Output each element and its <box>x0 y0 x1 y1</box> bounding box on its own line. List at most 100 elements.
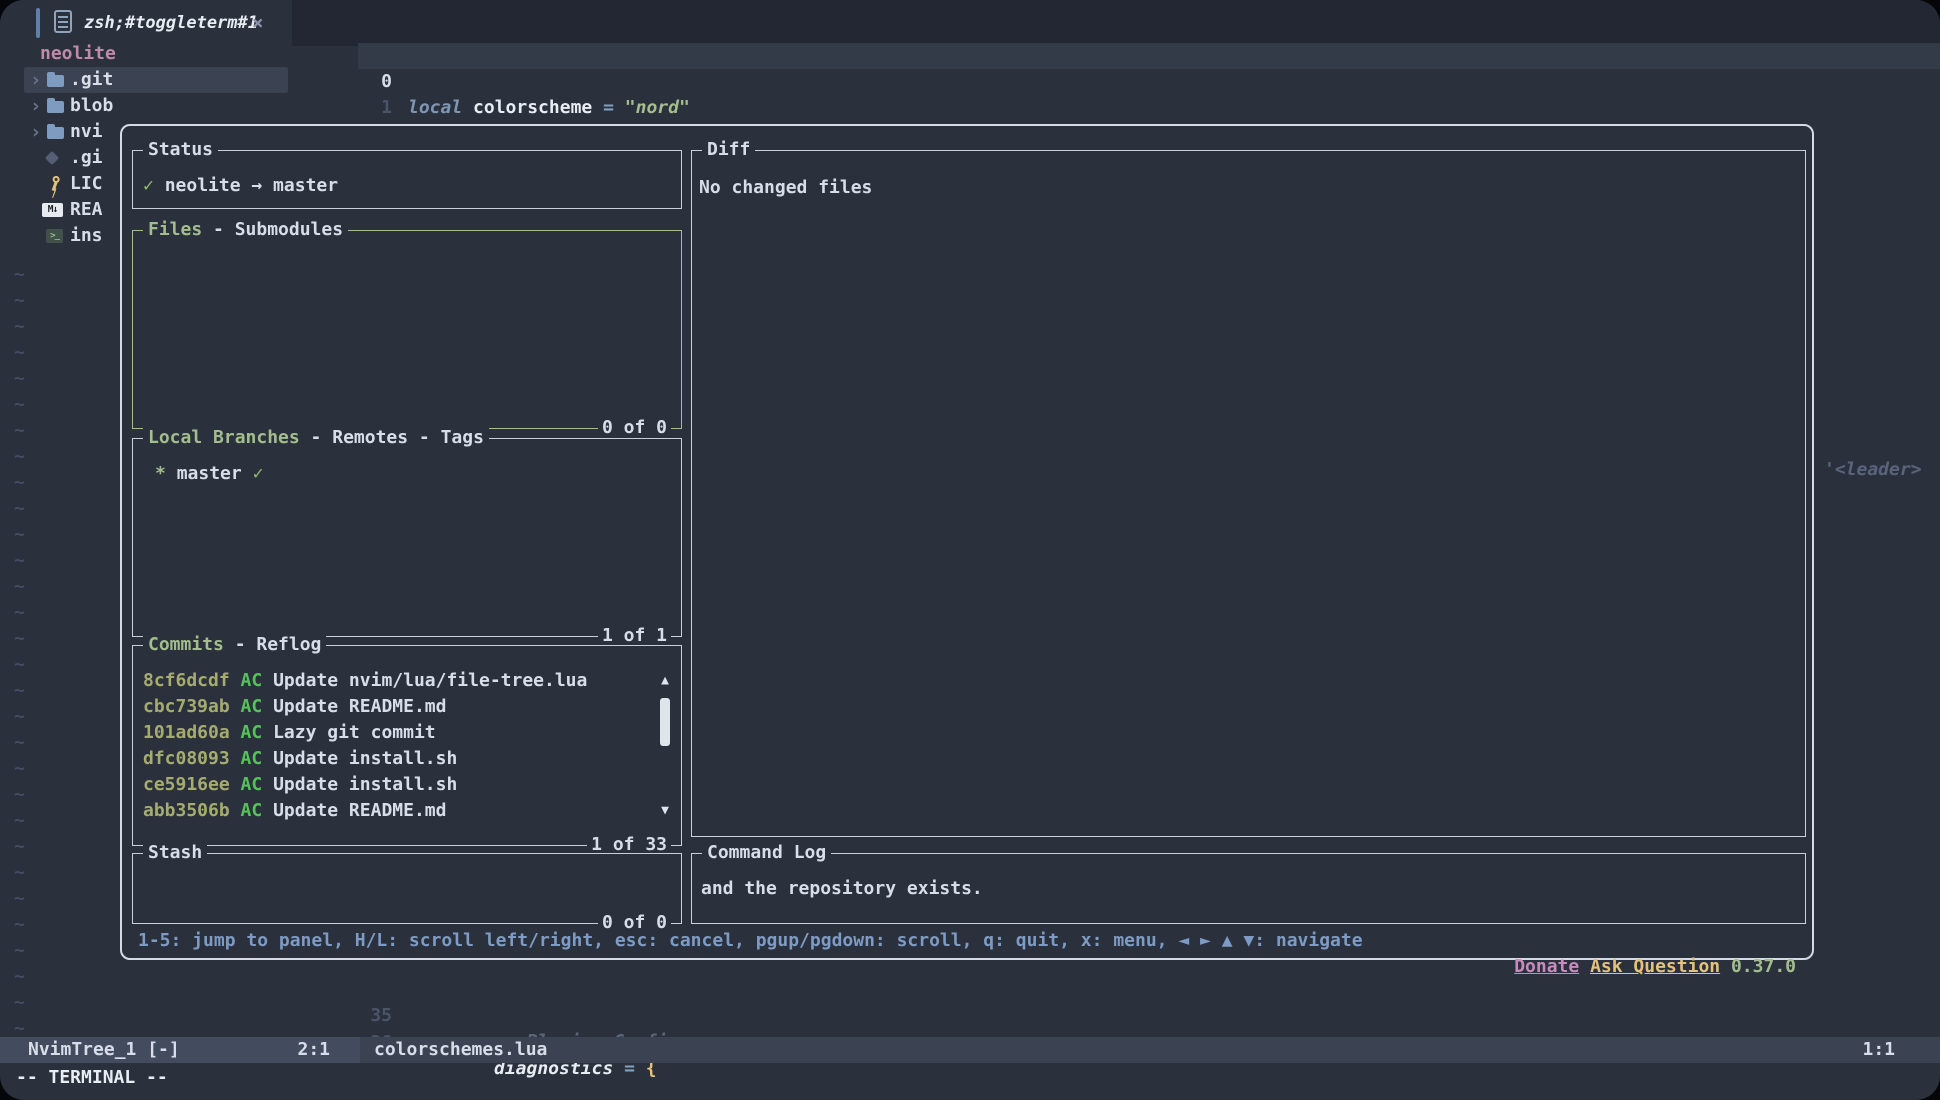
tilde-marker: ~ <box>14 496 25 522</box>
tab-remotes-tags[interactable]: - Remotes - Tags <box>300 427 484 448</box>
lazygit-diff-panel[interactable]: Diff No changed files <box>691 150 1806 837</box>
status-panel-title: Status <box>143 137 218 163</box>
command-log-content: and the repository exists. <box>701 876 983 902</box>
code-line-1: 1 <box>0 69 65 95</box>
license-key-icon <box>46 174 66 194</box>
lazygit-branches-panel[interactable]: Local Branches - Remotes - Tags * master… <box>132 438 682 637</box>
tilde-marker: ~ <box>14 886 25 912</box>
tilde-marker: ~ <box>14 782 25 808</box>
tree-item-label: .git <box>70 67 113 93</box>
tab-title: zsh;#toggleterm#1 <box>84 10 258 36</box>
tilde-marker: ~ <box>14 262 25 288</box>
tree-item-label: ins <box>70 223 103 249</box>
cursor-line-highlight <box>358 43 1940 69</box>
code-line-0: 0 local colorscheme = "nord" <box>0 43 65 69</box>
diff-content: No changed files <box>699 175 872 201</box>
scrollbar-thumb[interactable] <box>660 698 670 746</box>
tilde-marker: ~ <box>14 522 25 548</box>
diff-panel-title: Diff <box>702 137 755 163</box>
tilde-marker: ~ <box>14 340 25 366</box>
commit-row[interactable]: abb3506b AC Update README.md <box>143 798 446 824</box>
tilde-marker: ~ <box>14 574 25 600</box>
filename-label: colorschemes.lua <box>374 1037 547 1063</box>
tilde-marker: ~ <box>14 860 25 886</box>
tilde-marker: ~ <box>14 600 25 626</box>
tree-item-label: LIC <box>70 171 103 197</box>
tab-accent-bar <box>36 8 40 38</box>
line-number: 1 <box>340 95 392 121</box>
keybinding-hints: 1-5: jump to panel, H/L: scroll left/rig… <box>138 928 1363 954</box>
current-branch-star: * <box>155 463 166 484</box>
branches-panel-title: Local Branches - Remotes - Tags <box>143 425 489 451</box>
tab-local-branches[interactable]: Local Branches <box>148 427 300 448</box>
tilde-marker: ~ <box>14 938 25 964</box>
code-line-35: 35 -- Plugins Config -- <box>0 977 65 1003</box>
tree-item-label: .gi <box>70 145 103 171</box>
tab-files[interactable]: Files <box>148 219 202 240</box>
line-number: 0 <box>340 69 392 95</box>
tilde-marker: ~ <box>14 444 25 470</box>
tree-cursor-position: 2:1 <box>297 1037 330 1063</box>
tilde-marker: ~ <box>14 652 25 678</box>
tilde-marker: ~ <box>14 418 25 444</box>
tab-commits[interactable]: Commits <box>148 634 224 655</box>
tilde-marker: ~ <box>14 288 25 314</box>
code-line-2: 2 if colorscheme == "onedark" then <box>0 95 65 121</box>
scroll-down-icon[interactable]: ▼ <box>657 798 673 824</box>
command-log-title: Command Log <box>702 840 831 866</box>
check-icon: ✓ <box>143 175 154 196</box>
check-icon: ✓ <box>253 463 264 484</box>
stash-panel-title: Stash <box>143 840 207 866</box>
branch-row[interactable]: * master ✓ <box>155 461 263 487</box>
tab-submodules[interactable]: - Submodules <box>202 219 343 240</box>
tree-item-label: blob <box>70 93 113 119</box>
ask-question-link[interactable]: Ask Question <box>1590 956 1720 977</box>
scroll-up-icon[interactable]: ▲ <box>657 668 673 694</box>
tilde-marker: ~ <box>14 704 25 730</box>
commit-row[interactable]: dfc08093 AC Update install.sh <box>143 746 457 772</box>
terminal-window: zsh;#toggleterm#1 × neolite › .git › blo… <box>0 0 1940 1100</box>
tilde-marker: ~ <box>14 314 25 340</box>
tilde-marker: ~ <box>14 392 25 418</box>
code-line-36: 36 diagnostics = { <box>0 1004 65 1030</box>
tab-reflog[interactable]: - Reflog <box>224 634 322 655</box>
terminal-script-icon: >_ <box>46 229 63 243</box>
lazygit-window: Status ✓ neolite → master Files - Submod… <box>120 124 1814 960</box>
commit-row[interactable]: 8cf6dcdf AC Update nvim/lua/file-tree.lu… <box>143 668 587 694</box>
markdown-icon: M↓ <box>42 203 63 217</box>
lazygit-commits-panel[interactable]: Commits - Reflog 8cf6dcdf AC Update nvim… <box>132 645 682 846</box>
lazygit-status-panel[interactable]: Status ✓ neolite → master <box>132 150 682 209</box>
tilde-marker: ~ <box>14 366 25 392</box>
lazygit-files-panel[interactable]: Files - Submodules 0 of 0 <box>132 230 682 429</box>
tree-item-label: nvi <box>70 119 103 145</box>
repo-status-row[interactable]: ✓ neolite → master <box>143 173 338 199</box>
commits-panel-title: Commits - Reflog <box>143 632 326 658</box>
statusline: NvimTree_1 [-] 2:1 colorschemes.lua 1:1 <box>0 1037 1940 1063</box>
tilde-marker: ~ <box>14 678 25 704</box>
tilde-marker: ~ <box>14 470 25 496</box>
lazygit-command-log-panel[interactable]: Command Log and the repository exists. <box>691 853 1806 924</box>
leader-register-text: '<leader> <box>1824 457 1922 483</box>
tilde-marker: ~ <box>14 626 25 652</box>
close-icon[interactable]: × <box>252 10 263 36</box>
cursor-position: 1:1 <box>1862 1037 1895 1063</box>
buffer-name: NvimTree_1 [-] <box>28 1037 180 1063</box>
file-icon <box>54 10 72 33</box>
tilde-marker: ~ <box>14 730 25 756</box>
commit-row[interactable]: 101ad60a AC Lazy git commit <box>143 720 436 746</box>
tilde-marker: ~ <box>14 756 25 782</box>
lazygit-footer-links: Donate Ask Question 0.37.0 <box>1449 928 1796 954</box>
lazygit-stash-panel[interactable]: Stash 0 of 0 <box>132 853 682 924</box>
mode-indicator: -- TERMINAL -- <box>16 1065 168 1091</box>
tilde-marker: ~ <box>14 808 25 834</box>
terminal-tab[interactable]: zsh;#toggleterm#1 × <box>0 0 292 46</box>
files-panel-title: Files - Submodules <box>143 217 348 243</box>
statusline-nvimtree-segment: NvimTree_1 [-] 2:1 <box>0 1037 360 1063</box>
tabline: zsh;#toggleterm#1 × <box>0 0 1940 46</box>
donate-link[interactable]: Donate <box>1514 956 1579 977</box>
commit-row[interactable]: ce5916ee AC Update install.sh <box>143 772 457 798</box>
commit-row[interactable]: cbc739ab AC Update README.md <box>143 694 446 720</box>
tilde-marker: ~ <box>14 548 25 574</box>
version-label: 0.37.0 <box>1731 956 1796 977</box>
line-number: 35 <box>340 1003 392 1029</box>
